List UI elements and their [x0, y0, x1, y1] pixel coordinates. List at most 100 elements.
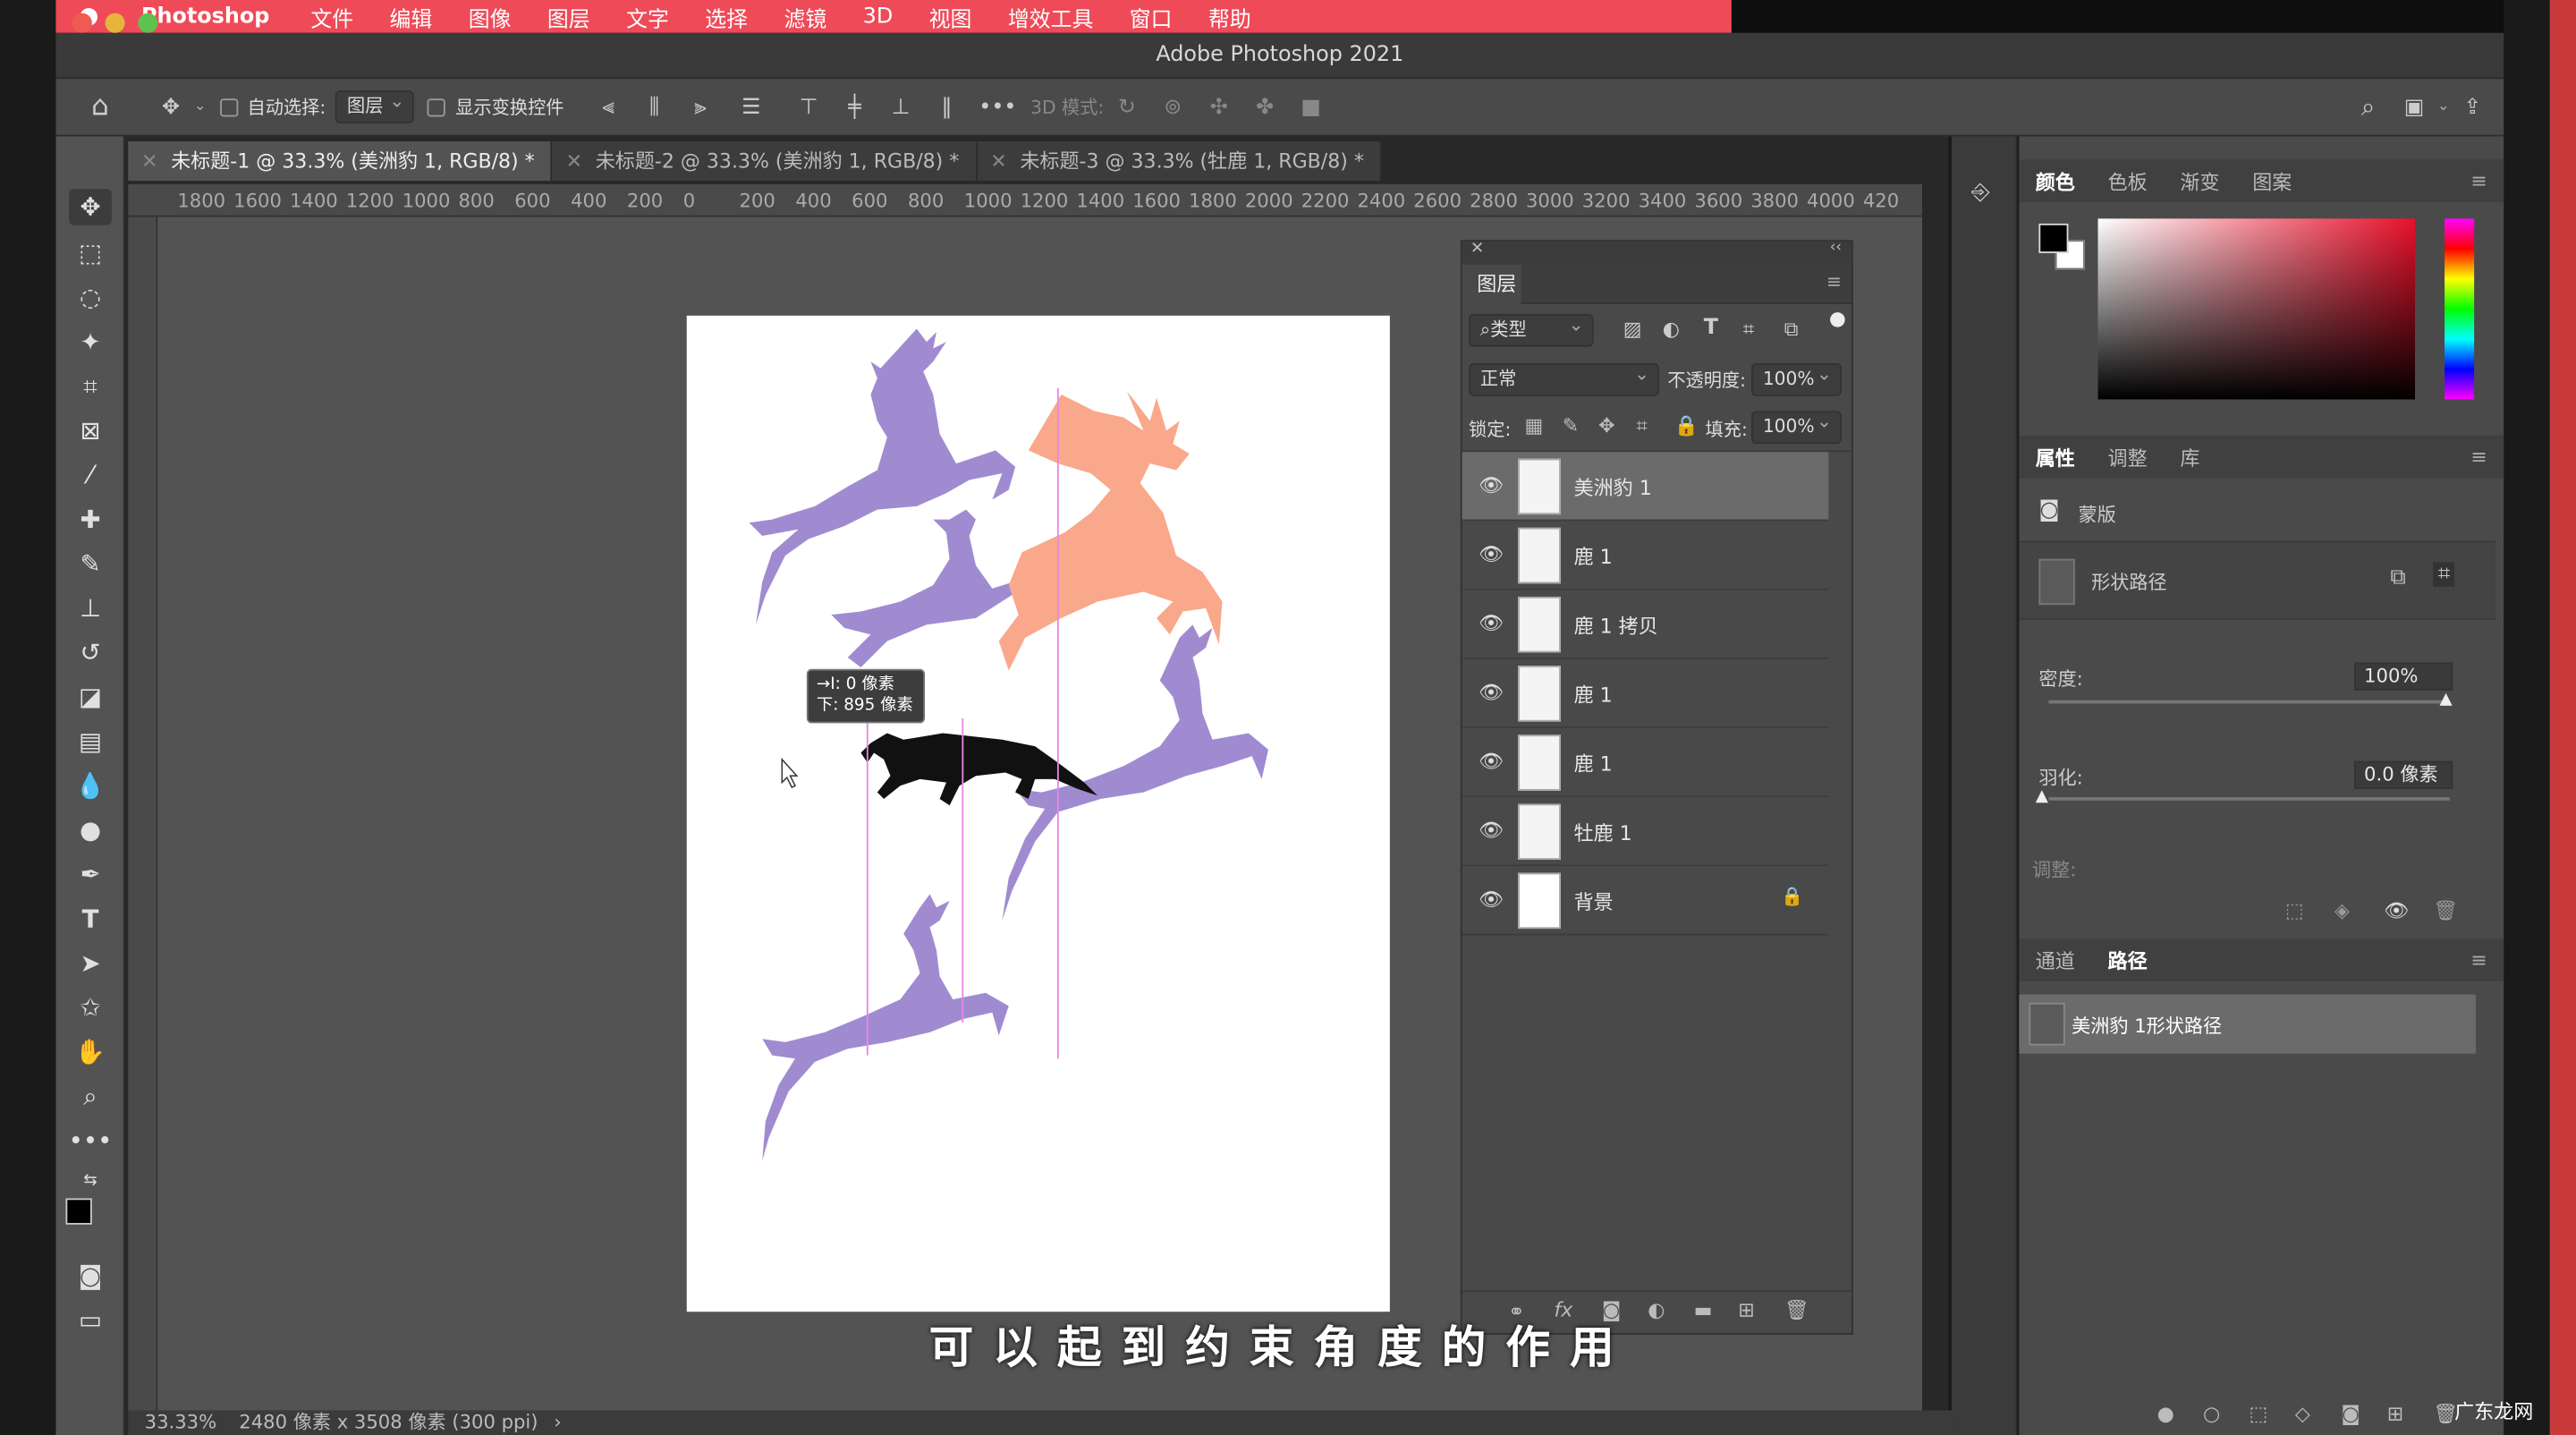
hand-tool[interactable]: ✋	[69, 1034, 112, 1070]
menu-item-edit[interactable]: 编辑	[371, 1, 450, 32]
3d-roll-icon[interactable]: ⊚	[1155, 89, 1191, 124]
menu-item-filter[interactable]: 滤镜	[766, 1, 844, 32]
menu-item-window[interactable]: 窗口	[1112, 1, 1191, 32]
pen-tool[interactable]: ✒	[69, 856, 112, 892]
lock-artboard-icon[interactable]: ⌗	[1636, 414, 1647, 439]
path-selection-tool[interactable]: ➤	[69, 945, 112, 981]
3d-rotate-icon[interactable]: ↻	[1109, 89, 1145, 124]
adjustment-layer-icon[interactable]: ◐	[1648, 1299, 1665, 1322]
new-group-icon[interactable]: ▬	[1694, 1299, 1713, 1322]
move-tool-icon[interactable]: ✥	[153, 89, 189, 124]
filter-type-icon[interactable]: T	[1704, 316, 1718, 341]
lock-position-icon[interactable]: ✥	[1598, 414, 1614, 437]
blur-tool[interactable]: 💧	[69, 768, 112, 803]
gradient-tool[interactable]: ▤	[69, 723, 112, 759]
lasso-tool[interactable]: ◌	[69, 279, 112, 315]
document-info[interactable]: 2480 像素 x 3508 像素 (300 ppi)	[239, 1410, 538, 1433]
menu-item-3d[interactable]: 3D	[844, 4, 911, 30]
status-chevron-icon[interactable]: ›	[554, 1410, 561, 1433]
panel-menu-icon[interactable]: ≡	[1826, 271, 1842, 293]
menu-item-file[interactable]: 文件	[292, 1, 371, 32]
tab-patterns[interactable]: 图案	[2236, 166, 2309, 194]
menu-item-help[interactable]: 帮助	[1191, 1, 1269, 32]
filter-pixel-icon[interactable]: ▨	[1623, 318, 1642, 341]
align-bottom-icon[interactable]: ⊥	[883, 89, 919, 124]
stroke-path-icon[interactable]: ○	[2203, 1402, 2220, 1425]
tab-swatches[interactable]: 色板	[2091, 166, 2164, 194]
marquee-tool[interactable]: ⬚	[69, 235, 112, 271]
filter-smart-object-icon[interactable]: ⧉	[1784, 318, 1799, 343]
fill-path-icon[interactable]: ●	[2157, 1402, 2174, 1425]
menu-item-type[interactable]: 文字	[608, 1, 687, 32]
tab-channels[interactable]: 通道	[2019, 946, 2091, 973]
layer-row[interactable]: 👁 鹿 1	[1462, 659, 1829, 728]
layer-row[interactable]: 👁 美洲豹 1	[1462, 452, 1829, 522]
new-path-icon[interactable]: ⊞	[2387, 1402, 2403, 1425]
dodge-tool[interactable]: ●	[69, 812, 112, 848]
workspace-chevron-icon[interactable]: ⌄	[2437, 98, 2450, 115]
more-options-icon[interactable]: •••	[979, 89, 1016, 124]
hue-slider[interactable]	[2445, 218, 2475, 400]
close-panel-icon[interactable]: ✕	[1470, 240, 1484, 258]
magic-wand-tool[interactable]: ✦	[69, 324, 112, 360]
density-input[interactable]: 100%	[2354, 662, 2453, 691]
edit-toolbar-icon[interactable]: •••	[69, 1123, 113, 1159]
close-tab-icon[interactable]: ✕	[566, 149, 582, 173]
history-panel-icon[interactable]: ⎆	[1971, 179, 1990, 205]
shape-tool[interactable]: ✩	[69, 989, 112, 1025]
tab-layers[interactable]: 图层	[1462, 264, 1521, 304]
tab-untitled-1[interactable]: ✕ 未标题-1 @ 33.3% (美洲豹 1, RGB/8) *	[128, 141, 553, 182]
color-field[interactable]	[2097, 218, 2416, 400]
filter-toggle-icon[interactable]	[1830, 312, 1845, 327]
tab-gradients[interactable]: 渐变	[2164, 166, 2236, 194]
lock-pixels-icon[interactable]: ✎	[1563, 414, 1579, 437]
brush-tool[interactable]: ✎	[69, 546, 112, 582]
home-icon[interactable]: ⌂	[82, 89, 118, 124]
align-middle-icon[interactable]: ╪	[836, 89, 872, 124]
zoom-tool[interactable]: ⌕	[69, 1078, 112, 1114]
eye-icon[interactable]: 👁	[2384, 899, 2409, 922]
tab-paths[interactable]: 路径	[2091, 946, 2164, 973]
apply-mask-icon[interactable]: ◈	[2334, 899, 2350, 922]
add-mask-icon[interactable]: ◙	[2341, 1402, 2360, 1425]
screen-mode-icon[interactable]: ▭	[69, 1302, 112, 1337]
layer-row[interactable]: 👁 鹿 1 拷贝	[1462, 590, 1829, 659]
align-right-icon[interactable]: ⫸	[682, 89, 718, 124]
lock-all-icon[interactable]: 🔒	[1674, 414, 1699, 437]
eye-icon[interactable]: 👁	[1479, 542, 1504, 565]
make-work-path-icon[interactable]: ◇	[2295, 1402, 2310, 1425]
auto-select-dropdown[interactable]: 图层	[335, 87, 415, 123]
collapse-panel-icon[interactable]: ‹‹	[1830, 240, 1842, 256]
tab-color[interactable]: 颜色	[2019, 166, 2091, 194]
fill-input[interactable]: 100%	[1750, 408, 1842, 445]
filter-adjustment-icon[interactable]: ◐	[1663, 318, 1680, 341]
stamp-tool[interactable]: ⊥	[69, 590, 112, 626]
quick-mask-icon[interactable]: ◙	[69, 1258, 112, 1294]
menu-item-layer[interactable]: 图层	[530, 1, 608, 32]
trash-icon[interactable]: 🗑	[2433, 899, 2458, 922]
chevron-down-icon[interactable]: ⌄	[194, 98, 207, 115]
horizontal-ruler[interactable]: 1800 1600 1400 1200 1000 800 600 400 200 0 200 400 6…	[128, 183, 1922, 217]
add-vector-mask-icon[interactable]: ⌗	[2433, 562, 2455, 587]
feather-slider[interactable]	[2048, 797, 2450, 801]
align-center-icon[interactable]: ⫼	[636, 89, 672, 124]
tab-libraries[interactable]: 库	[2164, 443, 2216, 471]
layer-row-background[interactable]: 👁 背景 🔒	[1462, 866, 1829, 936]
purple-deer-bottom[interactable]	[762, 894, 1009, 1161]
tab-adjustments[interactable]: 调整	[2091, 443, 2164, 471]
zoom-level[interactable]: 33.33%	[145, 1410, 217, 1433]
align-top-icon[interactable]: ⊤	[791, 89, 826, 124]
share-icon[interactable]: ⇪	[2454, 89, 2490, 124]
vertical-ruler[interactable]	[128, 217, 158, 1414]
feather-input[interactable]: 0.0 像素	[2354, 760, 2453, 789]
eye-icon[interactable]: 👁	[1479, 473, 1504, 497]
trash-icon[interactable]: 🗑	[1784, 1299, 1809, 1322]
menu-item-image[interactable]: 图像	[450, 1, 529, 32]
minimize-window-button[interactable]	[105, 13, 125, 33]
path-row[interactable]: 美洲豹 1形状路径	[2019, 994, 2476, 1054]
menu-item-view[interactable]: 视图	[911, 1, 989, 32]
distribute-icon[interactable]: ☰	[733, 89, 769, 124]
new-layer-icon[interactable]: ⊞	[1738, 1299, 1754, 1322]
artwork-layer[interactable]	[687, 316, 1390, 1312]
3d-pan-icon[interactable]: ✣	[1201, 89, 1237, 124]
